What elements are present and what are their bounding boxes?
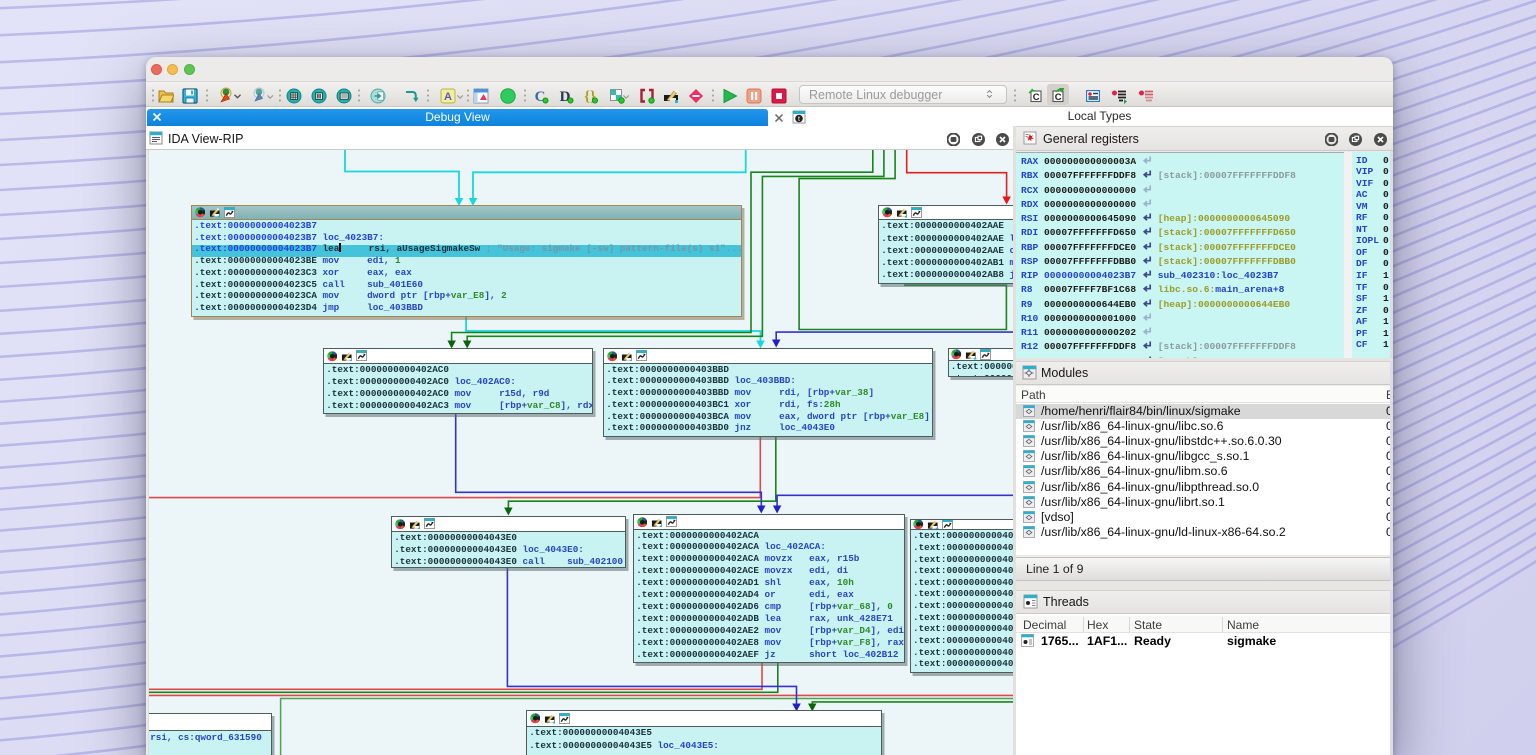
svg-text:C: C [1055,92,1062,103]
svg-text:A: A [444,91,452,103]
svg-text:t: t [798,116,800,123]
svg-text:C: C [1033,92,1040,103]
